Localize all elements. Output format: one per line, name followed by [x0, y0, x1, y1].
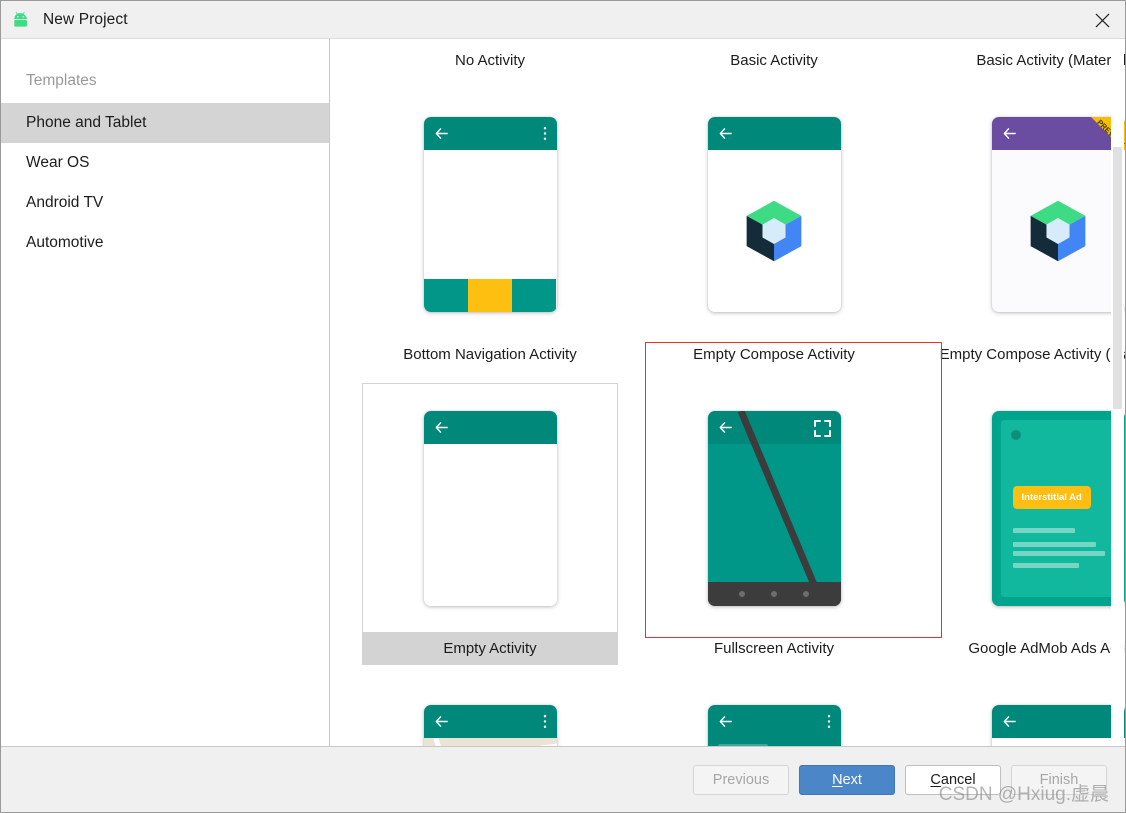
template-label: Empty Activity — [362, 633, 618, 665]
finish-button[interactable]: Finish — [1011, 764, 1107, 795]
phone-mock — [707, 116, 841, 312]
template-card-empty-compose-activity[interactable]: Empty Compose Activity — [632, 77, 916, 371]
overflow-menu-icon — [543, 126, 546, 140]
overflow-menu-icon — [543, 714, 546, 728]
template-card-basic-activity[interactable]: Basic Activity — [632, 39, 916, 77]
templates-scrollbar[interactable] — [1111, 39, 1124, 746]
title-bar: New Project — [1, 1, 1125, 39]
back-arrow-icon — [1003, 715, 1016, 727]
template-thumbnail — [362, 677, 618, 746]
fullscreen-expand-icon — [813, 419, 831, 437]
next-button-label-rest: ext — [842, 771, 862, 788]
close-icon[interactable] — [1079, 1, 1125, 39]
back-arrow-icon — [435, 421, 448, 433]
bottom-navigation-bar — [423, 278, 557, 312]
template-label: Basic Activity — [730, 52, 818, 69]
dialog-body: Templates Phone and Tablet Wear OS Andro… — [1, 39, 1125, 746]
sidebar-item-phone-and-tablet[interactable]: Phone and Tablet — [1, 103, 329, 143]
phone-mock — [423, 410, 557, 606]
phone-mock — [991, 704, 1125, 746]
back-arrow-icon — [1003, 127, 1016, 139]
android-robot-icon — [14, 11, 27, 27]
template-card-login-activity[interactable] — [916, 665, 1125, 746]
phone-mock: Interstitial Ad — [991, 410, 1125, 606]
scrollbar-thumb[interactable] — [1113, 147, 1122, 409]
template-card-empty-activity[interactable]: Empty Activity — [348, 371, 632, 665]
template-label: Bottom Navigation Activity — [403, 346, 577, 363]
template-thumbnail: PREVIEW — [930, 89, 1125, 339]
next-button[interactable]: Next — [799, 764, 895, 795]
interstitial-ad-badge: Interstitial Ad — [1012, 485, 1091, 509]
back-arrow-icon — [719, 715, 732, 727]
sidebar-item-wear-os[interactable]: Wear OS — [1, 143, 329, 183]
template-thumbnail — [362, 89, 618, 339]
jetpack-compose-logo-icon — [1030, 200, 1086, 261]
phone-mock — [423, 116, 557, 312]
cancel-button-label-rest: ancel — [940, 771, 976, 788]
dialog-footer: Previous Next Cancel Finish CSDN @Hxiug.… — [1, 746, 1125, 812]
template-label: Google AdMob Ads Activity — [968, 640, 1125, 657]
template-label: Basic Activity (Material3) — [976, 52, 1125, 69]
phone-mock — [707, 704, 841, 746]
phone-mock — [423, 704, 557, 746]
template-thumbnail — [362, 383, 618, 633]
previous-button[interactable]: Previous — [693, 764, 789, 795]
template-label: Empty Compose Activity (Material... — [939, 346, 1125, 363]
diagonal-stripe — [737, 410, 826, 606]
templates-scroll-area: No Activity Basic Activity Basic Activit… — [330, 39, 1125, 746]
map-preview — [423, 737, 557, 746]
template-card-primary-detail-flow[interactable] — [632, 665, 916, 746]
new-project-dialog: New Project Templates Phone and Tablet W… — [0, 0, 1126, 813]
cancel-button[interactable]: Cancel — [905, 764, 1001, 795]
template-thumbnail — [930, 677, 1125, 746]
templates-grid: No Activity Basic Activity Basic Activit… — [348, 39, 1125, 746]
template-label: Fullscreen Activity — [713, 640, 835, 657]
category-sidebar: Templates Phone and Tablet Wear OS Andro… — [1, 39, 330, 746]
template-thumbnail — [646, 677, 902, 746]
app-bar — [423, 116, 557, 150]
template-label: No Activity — [454, 52, 526, 69]
app-bar — [707, 116, 841, 150]
jetpack-compose-logo-icon — [746, 200, 802, 261]
template-thumbnail: Interstitial Ad — [930, 383, 1125, 633]
app-bar — [707, 704, 841, 746]
navigation-dots — [707, 581, 841, 606]
template-thumbnail — [646, 383, 902, 633]
template-card-google-admob-ads-activity[interactable]: Interstitial Ad Google AdMob Ads Activit… — [916, 371, 1125, 665]
camera-dot — [1010, 429, 1021, 440]
window-title: New Project — [43, 10, 128, 28]
template-card-empty-compose-activity-material3[interactable]: PREVIEW Empty Compose Activity — [916, 77, 1125, 371]
templates-grid-pane: No Activity Basic Activity Basic Activit… — [330, 39, 1125, 746]
phone-mock — [707, 410, 841, 606]
template-card-google-maps-activity[interactable] — [348, 665, 632, 746]
sidebar-header: Templates — [26, 72, 97, 89]
back-arrow-icon — [719, 421, 732, 433]
sidebar-item-automotive[interactable]: Automotive — [1, 223, 329, 263]
overflow-menu-icon — [827, 714, 830, 728]
template-label: Empty Compose Activity — [693, 346, 855, 363]
app-bar — [991, 704, 1125, 738]
template-thumbnail — [646, 89, 902, 339]
app-bar — [423, 704, 557, 738]
template-card-fullscreen-activity[interactable]: Fullscreen Activity — [632, 371, 916, 665]
template-card-bottom-navigation-activity[interactable]: Bottom Navigation Activity — [348, 77, 632, 371]
phone-mock: PREVIEW — [991, 116, 1125, 312]
sidebar-item-android-tv[interactable]: Android TV — [1, 183, 329, 223]
app-bar — [423, 410, 557, 444]
back-arrow-icon — [719, 127, 732, 139]
template-card-basic-activity-material3[interactable]: Basic Activity (Material3) — [916, 39, 1125, 77]
back-arrow-icon — [435, 127, 448, 139]
template-card-no-activity[interactable]: No Activity — [348, 39, 632, 77]
back-arrow-icon — [435, 715, 448, 727]
